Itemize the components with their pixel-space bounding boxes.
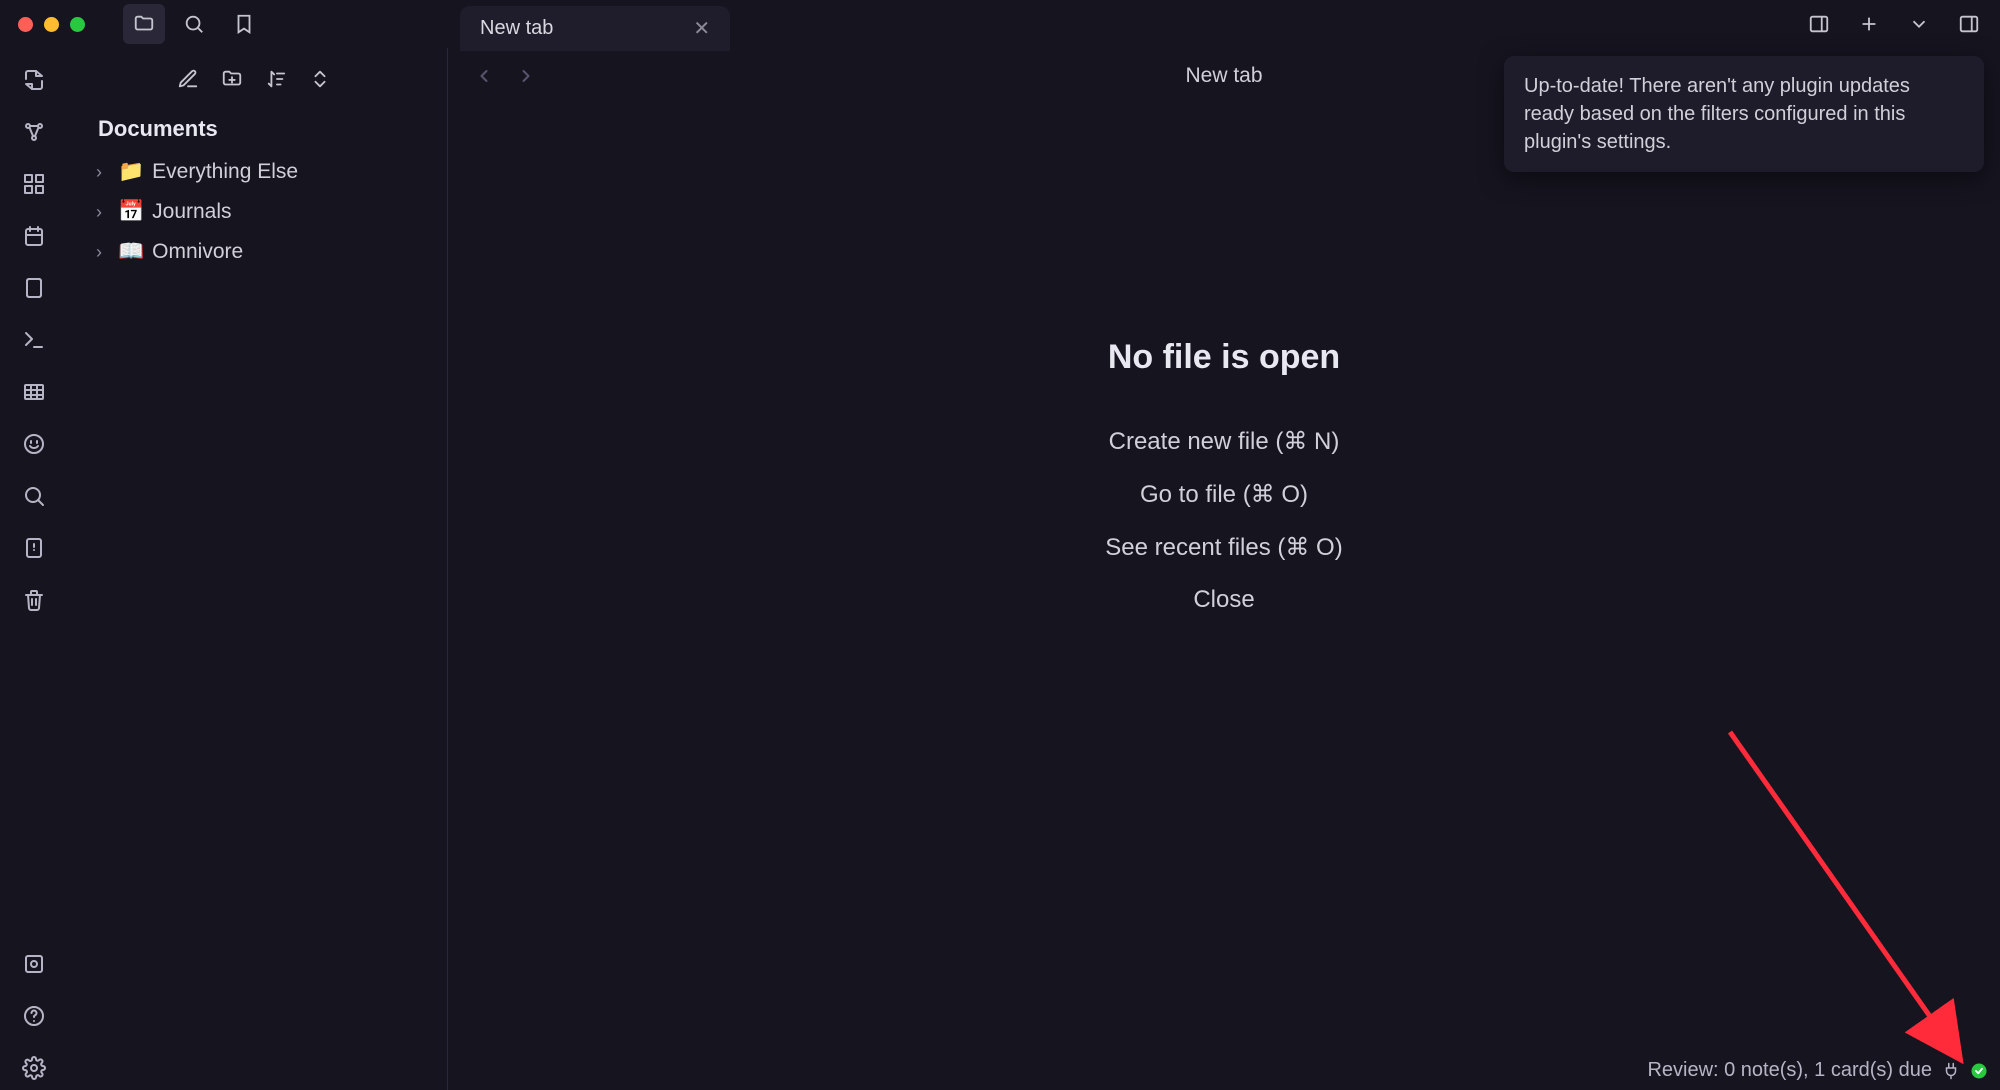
daily-note-icon[interactable] <box>12 214 56 258</box>
new-tab-button[interactable] <box>1848 4 1890 44</box>
omnisearch-icon[interactable] <box>12 474 56 518</box>
memo-icon[interactable] <box>12 422 56 466</box>
notification-toast[interactable]: Up-to-date! There aren't any plugin upda… <box>1504 56 1984 172</box>
nav-forward-icon[interactable] <box>510 60 542 92</box>
maximize-window-button[interactable] <box>70 17 85 32</box>
check-icon[interactable] <box>1970 1062 1988 1080</box>
right-panel-toggle-icon[interactable] <box>1948 4 1990 44</box>
quick-switcher-icon[interactable] <box>12 58 56 102</box>
content-pane: New tab No file is open Create new file … <box>448 48 2000 1090</box>
vault-icon[interactable] <box>12 942 56 986</box>
graph-icon[interactable] <box>12 110 56 154</box>
empty-state: No file is open Create new file (⌘ N) Go… <box>1105 338 1342 626</box>
folder-journals[interactable]: › 📅 Journals <box>90 192 433 232</box>
close-window-button[interactable] <box>18 17 33 32</box>
help-icon[interactable] <box>12 994 56 1038</box>
folder-emoji: 📁 <box>118 160 144 184</box>
window-controls <box>18 17 85 32</box>
chevron-right-icon: › <box>96 162 110 183</box>
files-icon[interactable] <box>123 4 165 44</box>
templates-icon[interactable] <box>12 266 56 310</box>
new-folder-icon[interactable] <box>215 62 249 96</box>
plug-icon[interactable] <box>1942 1062 1960 1080</box>
folder-omnivore[interactable]: › 📖 Omnivore <box>90 232 433 272</box>
table-icon[interactable] <box>12 370 56 414</box>
notification-text: Up-to-date! There aren't any plugin upda… <box>1524 75 1910 153</box>
titlebar <box>0 0 2000 48</box>
minimize-window-button[interactable] <box>44 17 59 32</box>
status-review[interactable]: Review: 0 note(s), 1 card(s) due <box>1647 1059 1932 1082</box>
collapse-icon[interactable] <box>303 62 337 96</box>
action-see-recent-files[interactable]: See recent files (⌘ O) <box>1105 521 1342 574</box>
folder-emoji: 📅 <box>118 200 144 224</box>
folder-emoji: 📖 <box>118 240 144 264</box>
file-tree: › 📁 Everything Else › 📅 Journals › 📖 Omn… <box>74 152 433 272</box>
bookmark-icon[interactable] <box>223 4 265 44</box>
new-note-icon[interactable] <box>171 62 205 96</box>
chevron-right-icon: › <box>96 242 110 263</box>
action-close[interactable]: Close <box>1105 574 1342 626</box>
trash-icon[interactable] <box>12 578 56 622</box>
left-ribbon <box>0 48 68 1090</box>
sidebar-toolbar <box>74 58 433 112</box>
canvas-icon[interactable] <box>12 162 56 206</box>
sidebar-right-toggle-icon[interactable] <box>1798 4 1840 44</box>
tab-bar: New tab ✕ <box>460 6 730 51</box>
folder-label: Journals <box>152 200 231 224</box>
status-bar: Review: 0 note(s), 1 card(s) due <box>1647 1059 1988 1082</box>
file-explorer: Documents › 📁 Everything Else › 📅 Journa… <box>68 48 448 1090</box>
flashcards-icon[interactable] <box>12 526 56 570</box>
folder-everything-else[interactable]: › 📁 Everything Else <box>90 152 433 192</box>
search-icon[interactable] <box>173 4 215 44</box>
command-palette-icon[interactable] <box>12 318 56 362</box>
chevron-right-icon: › <box>96 202 110 223</box>
settings-icon[interactable] <box>12 1046 56 1090</box>
action-go-to-file[interactable]: Go to file (⌘ O) <box>1105 468 1342 521</box>
nav-back-icon[interactable] <box>468 60 500 92</box>
close-tab-icon[interactable]: ✕ <box>693 16 710 41</box>
content-title[interactable]: New tab <box>1185 64 1262 88</box>
empty-heading: No file is open <box>1105 338 1342 377</box>
tab-title: New tab <box>480 17 553 40</box>
tab-new[interactable]: New tab ✕ <box>460 6 730 51</box>
action-create-new-file[interactable]: Create new file (⌘ N) <box>1105 415 1342 468</box>
folder-label: Everything Else <box>152 160 298 184</box>
folder-label: Omnivore <box>152 240 243 264</box>
vault-name[interactable]: Documents <box>74 112 433 146</box>
sort-icon[interactable] <box>259 62 293 96</box>
tab-list-dropdown[interactable] <box>1898 4 1940 44</box>
